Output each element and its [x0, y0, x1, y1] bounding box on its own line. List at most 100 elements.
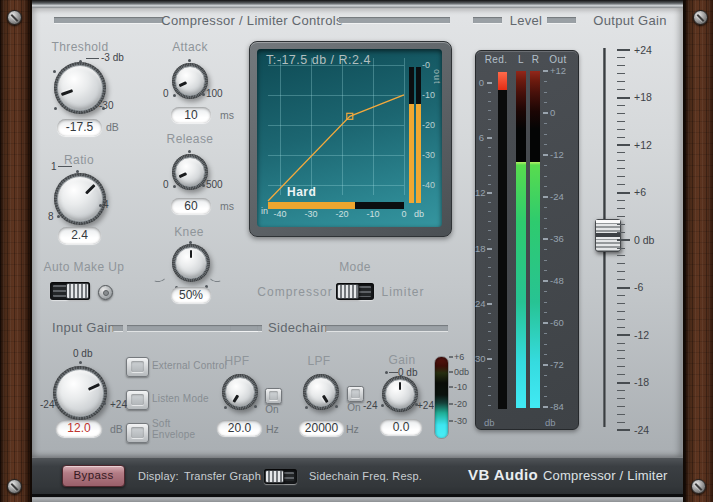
- output-gain-tick: [617, 311, 625, 312]
- output-gain-tick: [617, 105, 625, 106]
- sidechain-meter-label: -30: [454, 416, 467, 426]
- auto-make-up-switch[interactable]: [50, 282, 90, 300]
- bypass-button[interactable]: Bypass: [62, 465, 125, 487]
- level-db-left: db: [484, 417, 495, 428]
- hpf-label: HPF: [224, 354, 249, 368]
- output-gain-tick: [617, 121, 625, 122]
- output-gain-tick: [617, 414, 625, 415]
- out-scale-tick: [544, 81, 547, 82]
- reduction-scale-tick: [488, 340, 491, 341]
- output-gain-tick: [617, 350, 625, 351]
- release-label: Release: [167, 132, 214, 146]
- hpf-on-button[interactable]: [265, 388, 282, 404]
- reduction-scale-tick: [488, 349, 491, 350]
- out-scale-tick: [544, 249, 547, 250]
- sidechain-meter-tick: [449, 356, 453, 358]
- output-gain-tick: [617, 327, 625, 328]
- display-mode-switch[interactable]: [264, 469, 297, 484]
- hpf-unit-label: Hz: [266, 423, 279, 435]
- mode-switch[interactable]: [336, 283, 374, 300]
- threshold-value[interactable]: -17.5: [57, 119, 102, 136]
- release-scale-mark: 0: [163, 179, 169, 190]
- output-gain-scale-label: -12: [634, 329, 649, 341]
- input-gain-scale-mark: 0 db: [73, 348, 92, 359]
- attack-label: Attack: [172, 40, 208, 54]
- reduction-scale-tick: [488, 285, 491, 286]
- output-gain-tick: [617, 390, 625, 391]
- mode-compressor-label: Compressor: [257, 285, 332, 299]
- external-control-checkbox[interactable]: [126, 357, 149, 377]
- header-bar: [113, 325, 123, 331]
- output-gain-tick: [617, 224, 625, 225]
- auto-make-up-button[interactable]: [98, 285, 113, 300]
- reduction-scale-label: 6: [475, 132, 484, 143]
- output-gain-tick: [617, 358, 625, 359]
- out-scale-tick: [544, 134, 547, 135]
- out-scale-tick: [544, 123, 547, 124]
- soft-envelope-checkbox[interactable]: [126, 423, 149, 443]
- output-gain-tick: [617, 176, 625, 177]
- header-bar: [547, 17, 576, 23]
- reduction-scale-tick: [488, 184, 491, 185]
- release-value[interactable]: 60: [171, 198, 211, 214]
- sidechain-meter: [434, 356, 449, 439]
- ratio-value[interactable]: 2.4: [58, 227, 101, 244]
- level-column-r-label: R: [532, 54, 540, 65]
- attack-value[interactable]: 10: [171, 107, 211, 123]
- sc-gain-value[interactable]: 0.0: [380, 419, 422, 435]
- output-gain-tick: [617, 216, 625, 217]
- out-scale-tick: [544, 207, 547, 208]
- release-unit-label: ms: [220, 200, 234, 212]
- input-gain-knob-face: [56, 369, 104, 417]
- reduction-scale-tick: [488, 92, 491, 93]
- controls-header: Compressor / Limiter Controls: [161, 13, 342, 28]
- listen-mode-checkbox[interactable]: [126, 390, 149, 410]
- header-bar: [54, 17, 163, 23]
- output-gain-tick: [617, 382, 630, 384]
- sc-gain-scale-dot: [415, 403, 418, 406]
- output-gain-scale-label: +24: [634, 44, 652, 56]
- lpf-on-button[interactable]: [347, 386, 364, 402]
- input-gain-header: Input Gain: [52, 320, 115, 335]
- lpf-value[interactable]: 20000: [299, 420, 344, 436]
- out-scale-tick: [544, 291, 547, 292]
- listen-mode-label: Listen Mode: [152, 393, 209, 404]
- release-scale-dot: [188, 150, 191, 153]
- knee-value[interactable]: 50%: [171, 287, 211, 303]
- screw-bottom-left: [7, 479, 22, 494]
- hpf-scale-dot: [224, 406, 227, 409]
- output-gain-scale-label: +6: [634, 186, 646, 198]
- input-gain-unit-label: dB: [110, 423, 123, 435]
- reduction-scale-tick: [488, 221, 491, 222]
- reduction-scale-tick: [488, 101, 491, 102]
- lpf-on-label: On: [347, 402, 360, 413]
- reduction-scale-label: 18: [475, 243, 484, 254]
- hpf-value[interactable]: 20.0: [217, 420, 262, 436]
- input-gain-value[interactable]: 12.0: [56, 420, 102, 437]
- ratio-scale-mark: 1: [51, 161, 57, 172]
- hpf-scale-dot: [254, 405, 257, 408]
- display-label: Display:: [138, 470, 179, 482]
- reduction-scale-tick: [488, 386, 491, 387]
- input-gain-scale-dot: [79, 361, 82, 364]
- display-option-transfer-graph: Transfer Graph: [184, 470, 261, 482]
- output-gain-tick: [617, 168, 625, 169]
- sc-gain-scale-mark: -24: [363, 400, 377, 411]
- level-column-out-label: Out: [549, 54, 566, 65]
- level-meter-right-fill: [530, 162, 540, 408]
- bottom-bevel: [30, 494, 683, 502]
- level-column-l-label: L: [518, 54, 524, 65]
- output-gain-scale-label: +18: [634, 91, 652, 103]
- output-gain-tick: [617, 160, 625, 161]
- reduction-scale-tick: [488, 313, 491, 314]
- output-gain-tick: [617, 208, 625, 209]
- threshold-scale-dot: [102, 107, 105, 110]
- output-gain-tick: [617, 152, 625, 153]
- level-meter-left-fill: [516, 162, 526, 408]
- reduction-scale-tick: [488, 230, 491, 231]
- out-scale-tick: [544, 270, 547, 271]
- threshold-unit-label: dB: [106, 121, 119, 133]
- attack-scale-dot: [188, 59, 191, 62]
- wood-panel-right: [683, 0, 713, 502]
- sc-gain-scale-mark: 0 db: [398, 367, 417, 378]
